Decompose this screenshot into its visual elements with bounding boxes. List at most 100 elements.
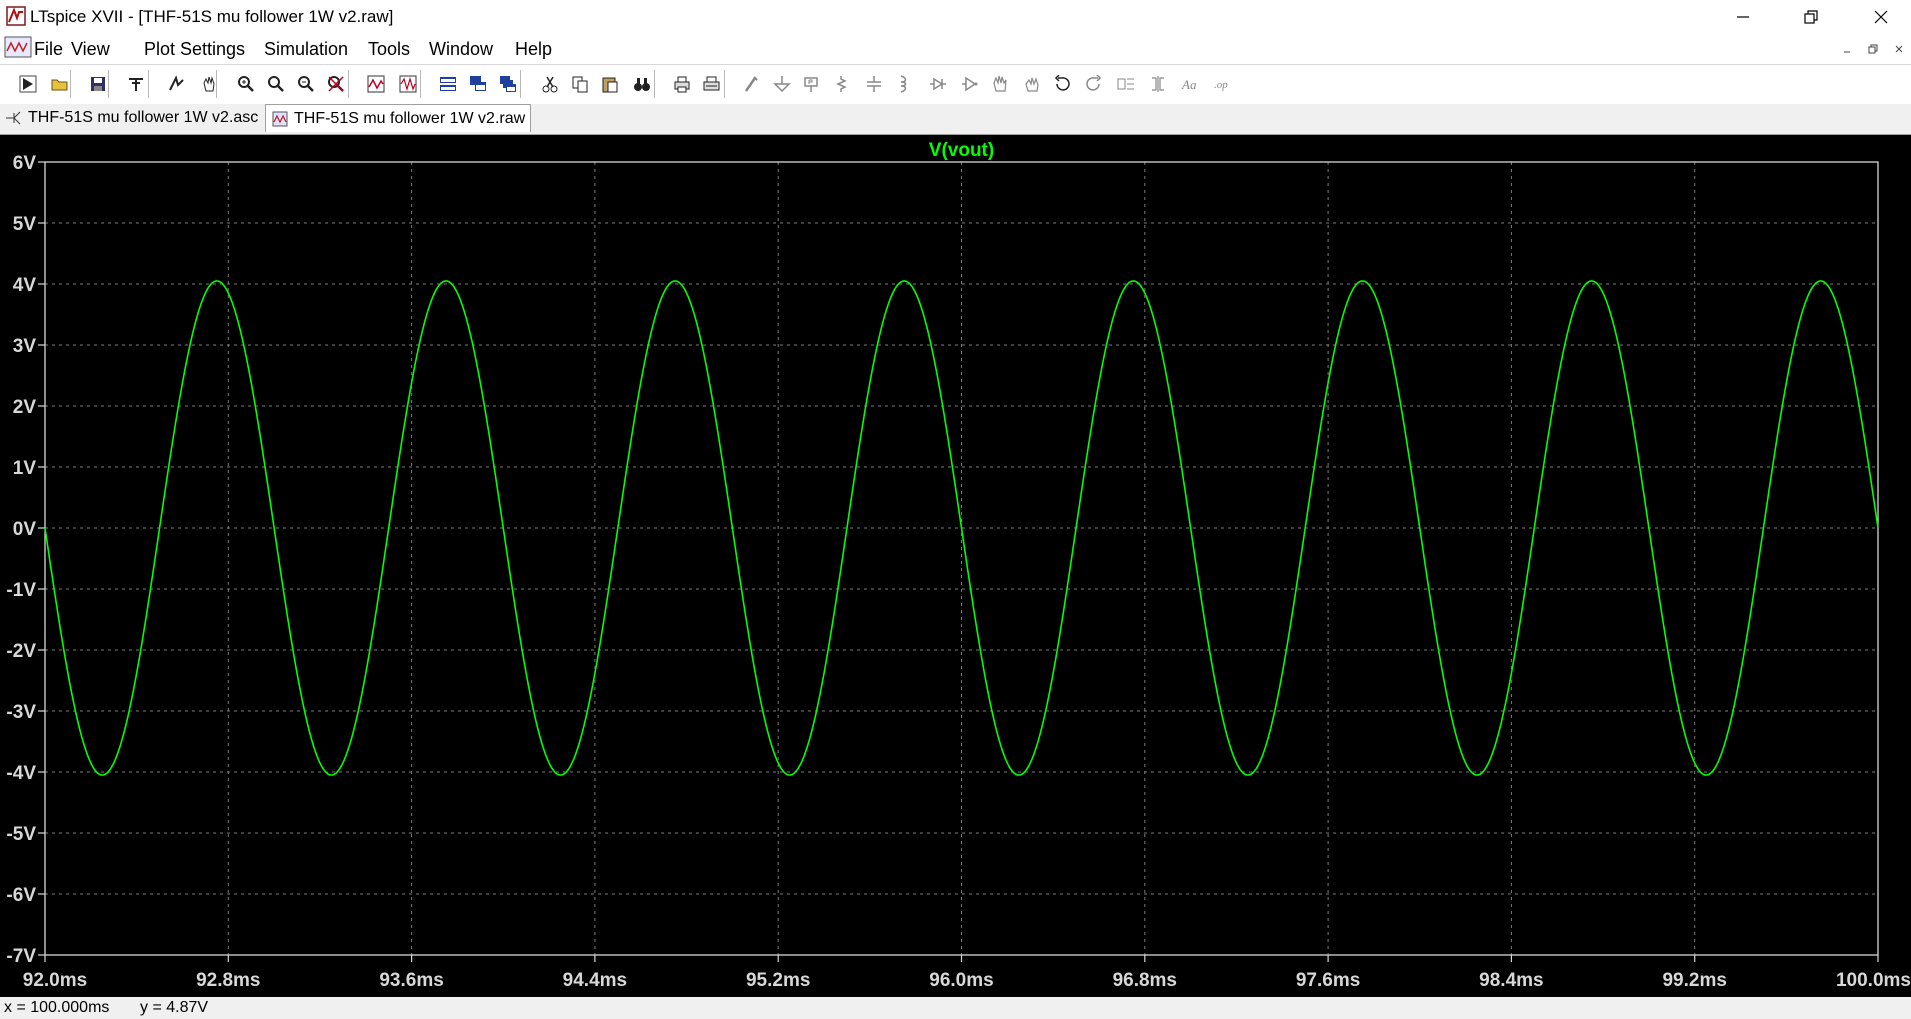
move-button[interactable] xyxy=(986,70,1014,98)
tile-horizontal-button[interactable] xyxy=(434,70,462,98)
copy-icon xyxy=(572,76,588,93)
status-bar: x = 100.000ms y = 4.87V xyxy=(0,997,1911,1019)
menu-plot-settings[interactable]: Plot Settings xyxy=(144,39,245,60)
component-icon xyxy=(962,76,978,92)
print-setup-icon xyxy=(703,76,720,91)
zoom-in-button[interactable] xyxy=(232,70,260,98)
close-button[interactable] xyxy=(1851,0,1911,34)
x-tick-label: 96.8ms xyxy=(1113,970,1177,991)
rotate-button[interactable] xyxy=(1112,70,1140,98)
wire-icon xyxy=(744,76,758,92)
zoom-in-icon xyxy=(238,76,254,92)
waveform-chart[interactable]: V(vout) 6V 5V 4V 3V 2V 1V 0V -1V -2V -3V -4V -5V -6V -… xyxy=(0,135,1911,997)
diode-button[interactable] xyxy=(924,70,952,98)
move-icon xyxy=(993,75,1007,92)
redo-button[interactable] xyxy=(1080,70,1108,98)
menu-view[interactable]: View xyxy=(71,39,110,60)
tile-vertical-button[interactable] xyxy=(464,70,492,98)
y-tick-label: 5V xyxy=(13,214,37,235)
find-icon xyxy=(634,78,650,91)
trace-title: V(vout) xyxy=(929,140,994,161)
zoom-area-button[interactable] xyxy=(262,70,290,98)
cascade-button[interactable] xyxy=(494,70,522,98)
menu-window[interactable]: Window xyxy=(429,39,493,60)
capacitor-button[interactable] xyxy=(860,70,888,98)
toolbar-separator xyxy=(70,70,71,98)
mdi-close-button[interactable] xyxy=(1888,38,1910,60)
drag-button[interactable] xyxy=(1018,70,1046,98)
cursor-x-readout: x = 100.000ms xyxy=(4,999,110,1016)
text-button[interactable]: Aa xyxy=(1176,70,1204,98)
spice-directive-button[interactable]: .op xyxy=(1208,70,1236,98)
restore-icon xyxy=(1868,44,1878,54)
mirror-button[interactable] xyxy=(1144,70,1172,98)
inductor-button[interactable] xyxy=(890,70,918,98)
wire-button[interactable] xyxy=(738,70,766,98)
pan-button[interactable] xyxy=(195,70,223,98)
label-net-icon xyxy=(804,77,818,92)
x-tick-label: 96.0ms xyxy=(929,970,993,991)
paste-button[interactable] xyxy=(596,70,624,98)
zoom-cancel-button[interactable] xyxy=(322,70,350,98)
waveform-icon xyxy=(272,111,288,127)
menu-tools[interactable]: Tools xyxy=(368,39,410,60)
y-tick-label: 3V xyxy=(13,336,37,357)
zoom-out-button[interactable] xyxy=(292,70,320,98)
ltspice-logo-icon xyxy=(6,6,26,26)
y-tick-label: -2V xyxy=(6,641,36,662)
zoom-area-icon xyxy=(268,76,284,92)
x-tick-label: 95.2ms xyxy=(746,970,810,991)
copy-button[interactable] xyxy=(566,70,594,98)
print-setup-button[interactable] xyxy=(698,70,726,98)
halt-button[interactable] xyxy=(162,70,190,98)
diode-icon xyxy=(930,77,946,91)
menu-help[interactable]: Help xyxy=(515,39,552,60)
svg-text:Aa: Aa xyxy=(1181,77,1197,92)
run-button[interactable] xyxy=(14,70,42,98)
cascade-icon xyxy=(500,76,516,92)
toolbar-separator xyxy=(520,70,521,98)
restore-icon xyxy=(1804,10,1818,24)
print-button[interactable] xyxy=(668,70,696,98)
mdi-minimize-button[interactable] xyxy=(1836,38,1858,60)
menu-simulation[interactable]: Simulation xyxy=(264,39,348,60)
ground-button[interactable] xyxy=(768,70,796,98)
minimize-icon xyxy=(1737,16,1749,18)
menu-file[interactable]: File xyxy=(34,39,63,60)
control-panel-icon xyxy=(129,78,143,91)
resistor-button[interactable] xyxy=(828,70,856,98)
y-tick-label: 4V xyxy=(13,275,37,296)
find-button[interactable] xyxy=(628,70,656,98)
cut-button[interactable] xyxy=(536,70,564,98)
waveform-button[interactable] xyxy=(394,70,422,98)
close-icon xyxy=(1895,45,1903,53)
restore-button[interactable] xyxy=(1781,0,1841,34)
y-tick-label: -1V xyxy=(6,580,36,601)
mdi-restore-button[interactable] xyxy=(1862,38,1884,60)
toolbar-separator xyxy=(148,70,149,98)
y-tick-label: 2V xyxy=(13,397,37,418)
rotate-icon xyxy=(1117,78,1134,90)
ground-icon xyxy=(773,76,791,93)
component-button[interactable] xyxy=(956,70,984,98)
tab-label: THF-51S mu follower 1W v2.asc xyxy=(28,108,259,126)
x-tick-label: 98.4ms xyxy=(1479,970,1543,991)
window-title: LTspice XVII - [THF-51S mu follower 1W v… xyxy=(30,7,394,26)
tab-waveform[interactable]: THF-51S mu follower 1W v2.raw xyxy=(265,104,531,132)
undo-icon xyxy=(1054,75,1070,91)
document-waveform-icon[interactable] xyxy=(4,36,32,58)
tab-schematic[interactable]: THF-51S mu follower 1W v2.asc xyxy=(4,104,260,131)
control-panel-button[interactable] xyxy=(122,70,150,98)
undo-button[interactable] xyxy=(1048,70,1076,98)
tile-vertical-icon xyxy=(470,76,486,91)
minimize-button[interactable] xyxy=(1713,0,1773,34)
x-tick-label: 92.0ms xyxy=(23,970,87,991)
minimize-icon xyxy=(1844,51,1850,53)
spice-directive-icon: .op xyxy=(1214,79,1228,91)
toolbar-separator xyxy=(654,70,655,98)
autorange-button[interactable] xyxy=(362,70,390,98)
waveform-plot-pane[interactable]: V(vout) 6V 5V 4V 3V 2V 1V 0V -1V -2V -3V -4V -5V -6V -… xyxy=(0,135,1911,997)
x-tick-label: 92.8ms xyxy=(196,970,260,991)
y-tick-label: -6V xyxy=(6,885,36,906)
label-net-button[interactable] xyxy=(798,70,826,98)
